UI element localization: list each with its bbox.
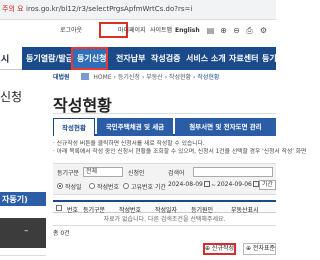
header-no: 번호 bbox=[67, 207, 79, 214]
period-select[interactable]: 기간 선택 bbox=[259, 180, 276, 190]
collapse-icon: – bbox=[24, 226, 29, 236]
guide-notes: · 신규작성 버튼을 클릭하면 신청서를 새로 작성할 수 있습니다. · 아래… bbox=[53, 140, 307, 160]
date-to-text: 2024-09-06 bbox=[217, 181, 252, 188]
empty-message: 자료가 없습니다. 다른 검색조건을 선택해주세요. bbox=[53, 214, 276, 226]
main-nav: 시 등기열람/발급 등기신청 전자납부 작성검증 서비스 소개 자료센터 등기 bbox=[0, 47, 277, 70]
results-table: 번호 등기구분 작성번호 작성일자 등기원인 부동산표시 자료가 없습니다. 다… bbox=[53, 200, 276, 237]
type-label: 등기구분 bbox=[57, 170, 80, 177]
tab-bar: 작성현황 국민주택채권 및 세금 첨부서면 및 전자도면 관리 bbox=[53, 118, 276, 136]
sidebar-collapse-item[interactable]: – bbox=[0, 218, 46, 248]
sidebar-section-label: 자동기) bbox=[2, 195, 28, 204]
zoom-in-icon[interactable]: ⊕ bbox=[218, 25, 229, 36]
address-bar[interactable]: 주의 요함 iros.go.kr/bl12/r3/selectPrgsApfmW… bbox=[0, 0, 276, 28]
home-icon[interactable] bbox=[81, 73, 90, 80]
search-label: 검색어 bbox=[168, 170, 185, 177]
breadcrumb: 대법원 HOME › 등기신청 › 부동산 › 작성현황 › 작성현황 bbox=[53, 73, 220, 81]
sidebar-title: 신청 bbox=[0, 90, 23, 104]
guide-note: · 신규작성 버튼을 클릭하면 신청서를 새로 작성할 수 있습니다. bbox=[53, 141, 205, 147]
radio-unique-label: 고유번호 bbox=[131, 184, 154, 191]
zoom-out-icon[interactable]: ⊖ bbox=[231, 25, 242, 36]
radio-date[interactable] bbox=[57, 183, 63, 189]
guide-note: · 아래 목록에서 작성 중인 신청서 현황을 조회할 수 있으며, 신청서 1… bbox=[53, 149, 307, 155]
header-cause: 등기원인 bbox=[191, 207, 214, 214]
breadcrumb-item-realestate[interactable]: 부동산 bbox=[146, 74, 163, 81]
settings-icon[interactable]: ⚙ bbox=[258, 25, 269, 36]
tab-bonds-tax[interactable]: 국민주택채권 및 세금 bbox=[97, 118, 173, 136]
radio-date-label: 작성일 bbox=[65, 184, 82, 191]
date-to[interactable]: 2024-09-06 bbox=[217, 180, 259, 190]
radio-number-label: 작성번호 bbox=[97, 184, 120, 191]
header-type: 등기구분 bbox=[83, 207, 106, 214]
type-select[interactable]: 전체 bbox=[83, 167, 123, 177]
result-count: 총 0건 bbox=[53, 230, 70, 237]
nav-item-service-intro[interactable]: 서비스 소개 bbox=[186, 47, 226, 70]
radio-unique[interactable] bbox=[123, 183, 129, 189]
nav-item-verify[interactable]: 작성검증 bbox=[151, 47, 180, 70]
header-date: 작성일자 bbox=[155, 207, 178, 214]
new-application-button[interactable]: ⊕ 신규작성 bbox=[203, 243, 236, 255]
date-from-text: 2024-08-09 bbox=[168, 181, 203, 188]
breadcrumb-item-status[interactable]: 작성현황 bbox=[169, 74, 191, 81]
chart-icon[interactable]: ▤ bbox=[205, 25, 216, 36]
select-all-checkbox[interactable] bbox=[56, 205, 62, 211]
nav-item-registry[interactable]: 등기 bbox=[262, 47, 277, 70]
nav-item-e-payment[interactable]: 전자납부 bbox=[116, 47, 145, 70]
nav-left-text: 시 bbox=[1, 55, 10, 65]
logo: 대법원 bbox=[53, 74, 70, 81]
sidebar-section-header[interactable]: 자동기) bbox=[0, 192, 46, 206]
applicant-label: 신청인 bbox=[128, 170, 145, 177]
main-content: 대법원 HOME › 등기신청 › 부동산 › 작성현황 › 작성현황 작성현황… bbox=[53, 70, 307, 260]
sidebar: 신청 자동기) – bbox=[0, 70, 46, 260]
search-filter: 등기구분 전체 신청인 검색어 작성일 작성번호 고유번호 기간 2024-08… bbox=[53, 163, 276, 195]
calendar-icon[interactable] bbox=[203, 181, 210, 187]
logout-link[interactable]: 로그아웃 bbox=[60, 24, 82, 37]
sitemap-link[interactable]: 사이트맵 bbox=[150, 24, 172, 37]
radio-number[interactable] bbox=[89, 183, 95, 189]
date-label: 기간 bbox=[155, 184, 167, 191]
print-icon[interactable]: ⎙ bbox=[244, 25, 255, 36]
breadcrumb-item-apply[interactable]: 등기신청 bbox=[118, 74, 140, 81]
tab-attachments[interactable]: 첨부서면 및 전자도면 관리 bbox=[175, 118, 276, 136]
header-number: 작성번호 bbox=[119, 207, 142, 214]
english-link[interactable]: English bbox=[175, 24, 200, 37]
search-input[interactable] bbox=[193, 167, 273, 177]
breadcrumb-current: 작성현황 bbox=[197, 74, 220, 81]
breadcrumb-home[interactable]: HOME bbox=[93, 74, 111, 81]
mypage-link[interactable]: 마이페이지 bbox=[118, 24, 146, 37]
header-property: 부동산표시 bbox=[231, 207, 259, 214]
e-standard-button[interactable]: ⊕ 전자표준 bbox=[243, 243, 276, 255]
nav-item-resources[interactable]: 자료센터 bbox=[229, 47, 258, 70]
url-text[interactable]: iros.go.kr/bl12/r3/selectPrgsApfmWrtCs.d… bbox=[26, 2, 192, 17]
nav-item-registry-view[interactable]: 등기열람/발급 bbox=[26, 47, 73, 70]
tab-status[interactable]: 작성현황 bbox=[53, 118, 95, 136]
utility-bar: 로그아웃 마이페이지 사이트맵 English ▤ ⊕ ⊖ ⎙ ⚙ bbox=[0, 20, 276, 41]
table-header: 번호 등기구분 작성번호 작성일자 등기원인 부동산표시 bbox=[53, 200, 276, 214]
calendar-icon[interactable] bbox=[252, 181, 259, 187]
date-from[interactable]: 2024-08-09 bbox=[168, 180, 210, 190]
title-divider bbox=[53, 113, 276, 114]
nav-left-fragment: 시 bbox=[0, 47, 22, 70]
nav-item-registry-apply-label[interactable]: 등기신청 bbox=[77, 47, 106, 70]
security-warning-chip[interactable]: 주의 요함 bbox=[0, 2, 24, 28]
sidebar-divider bbox=[0, 255, 46, 256]
